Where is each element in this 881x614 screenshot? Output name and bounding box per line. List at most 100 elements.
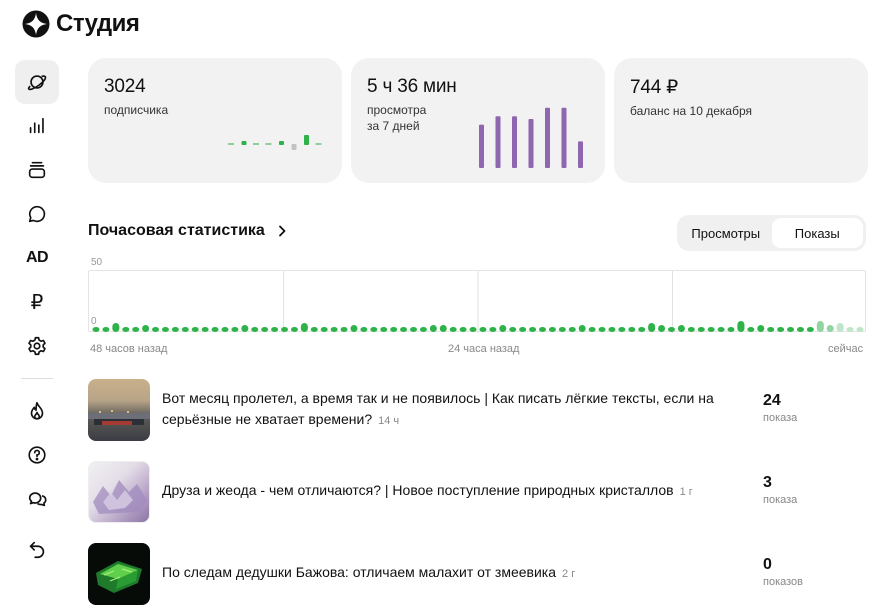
subscribers-value: 3024 — [104, 76, 146, 97]
sidebar-item-trends[interactable] — [15, 389, 59, 433]
article-title[interactable]: По следам дедушки Бажова: отличаем малах… — [162, 562, 752, 585]
trend-bar-up — [304, 135, 309, 145]
x-label-left: 48 часов назад — [90, 343, 168, 355]
sidebar-item-help[interactable] — [15, 433, 59, 477]
chevron-right-icon — [278, 225, 286, 237]
sidebar-item-settings[interactable] — [15, 324, 59, 368]
hourly-bar — [290, 327, 298, 332]
hourly-stats-header[interactable]: Почасовая статистика — [88, 222, 289, 240]
hourly-bar — [568, 327, 576, 332]
planet-icon — [27, 75, 47, 91]
hourly-bar — [310, 327, 318, 332]
article-thumbnail — [88, 542, 150, 605]
comment-icon — [28, 205, 46, 223]
stack-icon — [28, 161, 46, 179]
sidebar-item-back[interactable] — [15, 527, 59, 571]
views-bar-chart — [479, 107, 583, 168]
hourly-bar — [826, 325, 834, 332]
article-stat: 24 показа — [763, 392, 797, 424]
article-age: 2 г — [562, 568, 576, 580]
sidebar-item-comments[interactable] — [15, 192, 59, 236]
views-bar — [545, 107, 550, 168]
hourly-bar — [161, 327, 169, 332]
list-item[interactable]: По следам дедушки Бажова: отличаем малах… — [88, 542, 866, 605]
hourly-chart: 50 0 — [88, 257, 866, 333]
sidebar-item-ads[interactable]: AD — [15, 236, 59, 280]
article-title[interactable]: Вот месяц пролетел, а время так и не поя… — [162, 388, 752, 432]
hourly-bar — [281, 327, 289, 332]
hourly-bar — [618, 327, 626, 332]
trend-bar-down — [291, 144, 297, 150]
hourly-bar — [727, 327, 735, 332]
list-item[interactable]: Друза и жеода - чем отличаются? | Новое … — [88, 460, 866, 523]
hourly-bar — [191, 327, 199, 332]
chat-icon — [28, 492, 47, 507]
balance-value: 744 ₽ — [630, 77, 679, 98]
hourly-bar — [529, 327, 537, 332]
impressions-count: 0 — [763, 556, 772, 573]
article-stat: 0 показов — [763, 556, 803, 588]
hourly-bar — [261, 327, 269, 332]
hourly-bar — [836, 323, 844, 332]
views-bar — [578, 141, 583, 168]
hourly-bar — [538, 327, 546, 332]
hourly-bar — [132, 327, 140, 332]
hourly-bar — [638, 327, 646, 332]
article-title[interactable]: Друза и жеода - чем отличаются? | Новое … — [162, 480, 752, 503]
hourly-bar — [122, 327, 130, 332]
hourly-bar — [757, 325, 765, 332]
studio-logo[interactable]: Студия — [22, 10, 140, 38]
sidebar-item-feedback[interactable] — [15, 477, 59, 521]
hourly-bar — [608, 327, 616, 332]
subscriber-trend-chart — [228, 135, 322, 150]
article-age: 1 г — [679, 486, 693, 498]
hourly-bar — [816, 321, 824, 332]
hourly-bar — [658, 325, 666, 332]
impressions-unit: показа — [763, 412, 798, 424]
hourly-bar — [667, 327, 675, 332]
hourly-bar — [340, 327, 348, 332]
hourly-bar — [479, 327, 487, 332]
hourly-bar — [469, 327, 477, 332]
list-item[interactable]: Вот месяц пролетел, а время так и не поя… — [88, 378, 866, 441]
subscribers-card[interactable]: 3024 подписчика — [88, 58, 342, 183]
hourly-bar — [390, 327, 398, 332]
help-icon — [28, 446, 46, 464]
sidebar-item-statistics[interactable] — [15, 104, 59, 148]
x-label-right: сейчас — [828, 343, 864, 355]
hourly-bar — [737, 321, 745, 332]
hourly-bar — [548, 327, 556, 332]
views-bar — [528, 119, 534, 168]
views-card[interactable]: 5 ч 36 мин просмотра за 7 дней — [351, 58, 605, 183]
hourly-bar — [747, 327, 755, 332]
article-stat: 3 показа — [763, 474, 797, 506]
ruble-icon: ₽ — [30, 291, 44, 314]
hourly-bar — [350, 325, 358, 332]
balance-card[interactable]: 744 ₽ баланс на 10 декабря — [614, 58, 868, 183]
hourly-bar — [231, 327, 239, 332]
views-value: 5 ч 36 мин — [367, 76, 457, 97]
hourly-bar — [142, 325, 150, 332]
stat-cards: 3024 подписчика 5 ч 36 мин просмотра за … — [88, 58, 868, 183]
hourly-bar — [241, 325, 249, 332]
toggle-impressions[interactable]: Показы — [771, 218, 863, 248]
sidebar-item-monetization[interactable]: ₽ — [15, 280, 59, 324]
hourly-bar — [767, 327, 775, 332]
hourly-bar — [558, 327, 566, 332]
trend-point — [253, 143, 259, 145]
bar-chart-icon — [29, 117, 44, 134]
hourly-bar — [856, 327, 864, 332]
gear-icon — [28, 336, 46, 356]
flame-icon — [30, 401, 44, 420]
hourly-bar — [509, 327, 517, 332]
publications-list: Вот месяц пролетел, а время так и не поя… — [88, 378, 866, 614]
hourly-stats-title: Почасовая статистика — [88, 222, 265, 239]
article-thumbnail — [88, 378, 150, 441]
hourly-bar — [459, 327, 467, 332]
sidebar-item-publications[interactable] — [15, 148, 59, 192]
hourly-bar — [588, 327, 596, 332]
toggle-views[interactable]: Просмотры — [680, 218, 772, 248]
sidebar-item-main[interactable] — [15, 60, 59, 104]
hourly-bar — [320, 327, 328, 332]
hourly-bar — [181, 327, 189, 332]
